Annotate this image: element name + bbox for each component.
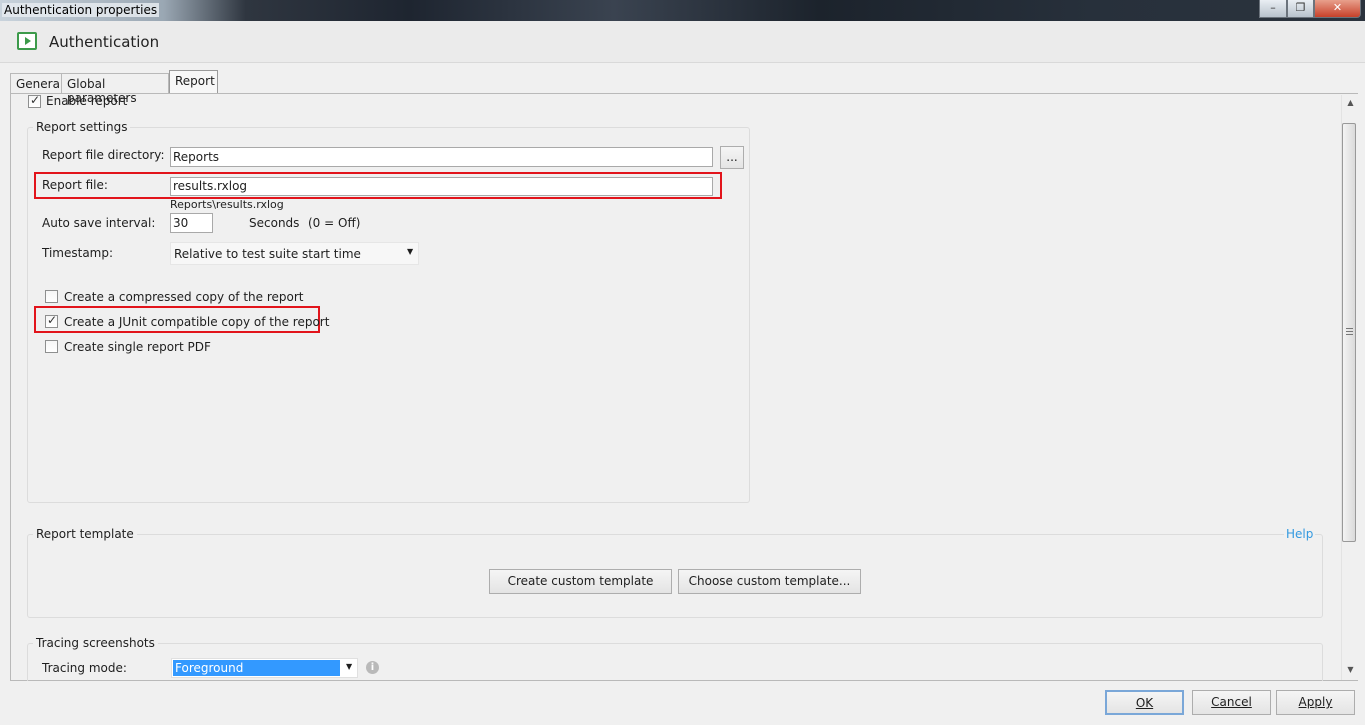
page-title: Authentication: [49, 33, 160, 51]
apply-button[interactable]: Apply: [1276, 690, 1355, 715]
report-directory-label: Report file directory:: [42, 148, 165, 162]
test-case-icon: [17, 32, 37, 50]
compressed-copy-label: Create a compressed copy of the report: [64, 290, 304, 304]
enable-report-checkbox[interactable]: [28, 93, 41, 108]
auto-save-unit: Seconds: [249, 216, 300, 230]
tracing-mode-label: Tracing mode:: [42, 661, 127, 675]
info-icon[interactable]: i: [366, 661, 379, 674]
scrollbar-thumb[interactable]: [1342, 123, 1356, 542]
report-template-title: Report template: [33, 527, 137, 541]
tab-global-parameters[interactable]: Global parameters: [61, 73, 169, 105]
window-titlebar: Authentication properties – ❐ ✕: [0, 0, 1365, 21]
report-directory-input[interactable]: Reports: [170, 147, 713, 167]
cancel-button[interactable]: Cancel: [1192, 690, 1271, 715]
tab-report[interactable]: Report: [169, 70, 218, 94]
ok-button[interactable]: OK: [1105, 690, 1184, 715]
dialog-footer: OK Cancel Apply: [0, 681, 1365, 725]
dropdown-arrow-icon: ▼: [407, 247, 414, 256]
timestamp-value: Relative to test suite start time: [174, 247, 361, 261]
maximize-button[interactable]: ❐: [1287, 0, 1314, 18]
junit-copy-checkbox[interactable]: [45, 313, 58, 328]
tracing-mode-value: Foreground: [173, 660, 340, 676]
help-link[interactable]: Help: [1284, 527, 1316, 541]
auto-save-note: (0 = Off): [308, 216, 361, 230]
minimize-button[interactable]: –: [1259, 0, 1287, 18]
scroll-down-icon[interactable]: ▼: [1342, 665, 1359, 674]
timestamp-label: Timestamp:: [42, 246, 114, 260]
dropdown-arrow-icon: ▼: [346, 662, 353, 671]
tracing-title: Tracing screenshots: [33, 636, 158, 650]
scroll-up-icon[interactable]: ▲: [1342, 98, 1359, 107]
report-file-input[interactable]: results.rxlog: [170, 177, 713, 196]
choose-template-button[interactable]: Choose custom template...: [678, 569, 861, 594]
enable-report-label: Enable report: [46, 94, 128, 108]
report-template-group: [27, 534, 1323, 618]
auto-save-input[interactable]: 30: [170, 213, 213, 233]
single-pdf-label: Create single report PDF: [64, 340, 211, 354]
timestamp-select[interactable]: Relative to test suite start time ▼: [170, 242, 419, 265]
compressed-copy-checkbox[interactable]: [45, 290, 58, 303]
tab-general[interactable]: General: [10, 73, 63, 94]
create-template-button[interactable]: Create custom template: [489, 569, 672, 594]
report-settings-title: Report settings: [33, 120, 131, 134]
page-header: Authentication: [0, 21, 1365, 63]
tracing-mode-select[interactable]: Foreground ▼: [171, 658, 358, 678]
grip-icon: [1346, 328, 1353, 329]
browse-directory-button[interactable]: ...: [720, 146, 744, 169]
window-title: Authentication properties: [2, 3, 160, 17]
report-file-label: Report file:: [42, 178, 108, 192]
report-file-path-hint: Reports\results.rxlog: [170, 198, 284, 211]
auto-save-label: Auto save interval:: [42, 216, 156, 230]
single-pdf-checkbox[interactable]: [45, 340, 58, 353]
junit-copy-label: Create a JUnit compatible copy of the re…: [64, 315, 330, 329]
close-button[interactable]: ✕: [1314, 0, 1361, 18]
